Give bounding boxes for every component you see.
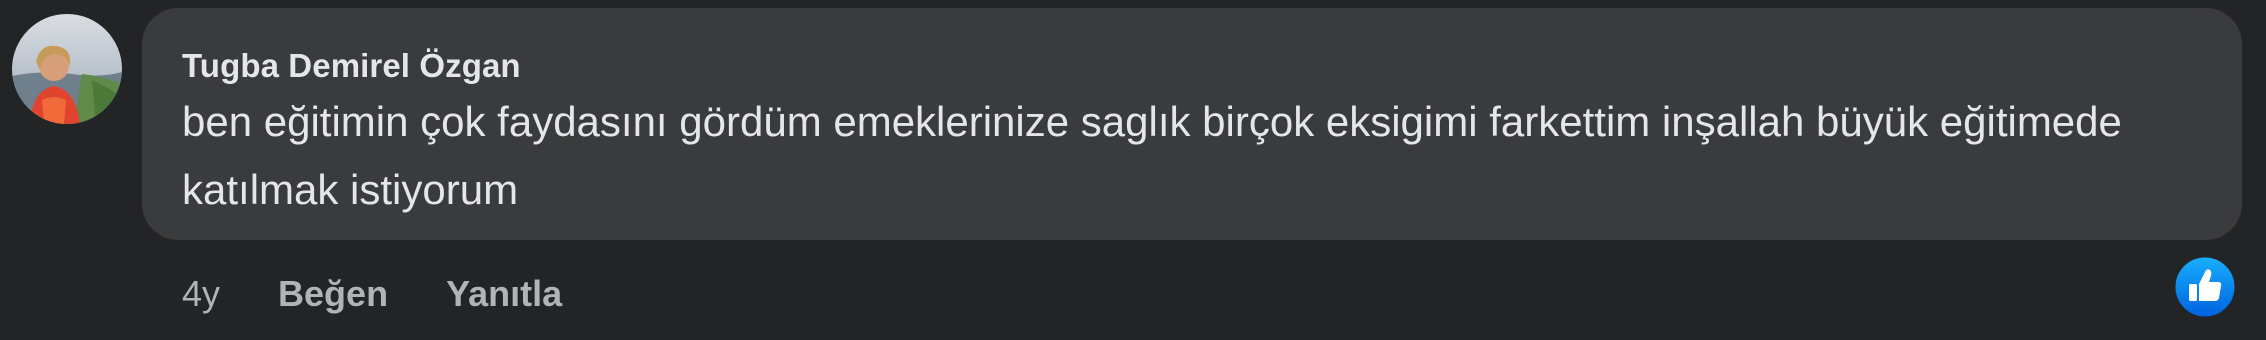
avatar[interactable] <box>12 14 122 124</box>
comment-timestamp[interactable]: 4y <box>182 273 220 315</box>
comment-item: Tugba Demirel Özgan ben eğitimin çok fay… <box>0 0 2266 340</box>
comment-text: ben eğitimin çok faydasını gördüm emekle… <box>182 98 2134 213</box>
reply-button[interactable]: Yanıtla <box>446 273 562 315</box>
comment-actions: 4y Beğen Yanıtla <box>182 268 620 320</box>
profile-photo <box>12 14 122 124</box>
comment-author[interactable]: Tugba Demirel Özgan <box>182 46 521 86</box>
comment-bubble: Tugba Demirel Özgan ben eğitimin çok fay… <box>142 8 2242 240</box>
thumbs-up-icon[interactable] <box>2174 256 2236 318</box>
like-button[interactable]: Beğen <box>278 273 388 315</box>
